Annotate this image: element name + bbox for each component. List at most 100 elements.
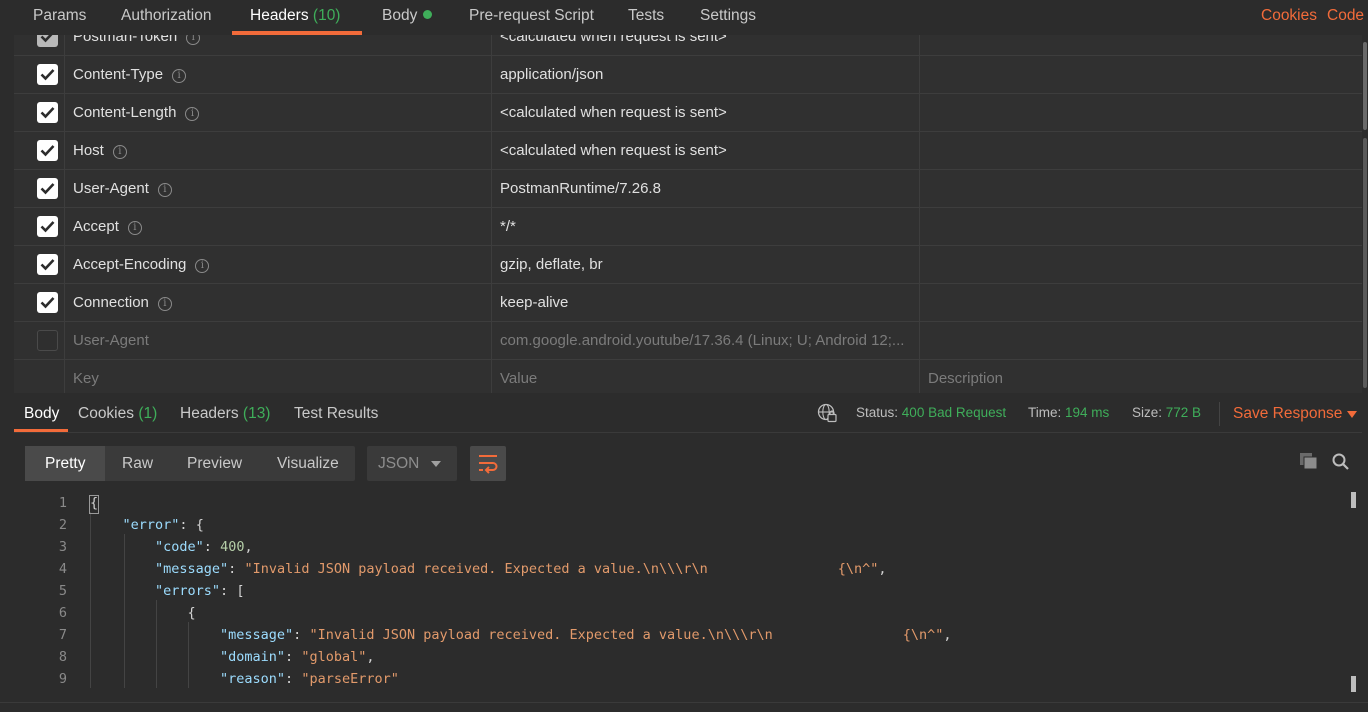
key-input[interactable]: Key — [64, 360, 491, 393]
header-description-cell[interactable] — [919, 94, 1362, 131]
info-icon[interactable]: i — [172, 69, 187, 83]
tab-label: Headers — [250, 7, 309, 24]
tab-pre-request-script[interactable]: Pre-request Script — [469, 7, 594, 25]
info-icon[interactable]: i — [157, 183, 172, 197]
raw-button[interactable]: Raw — [122, 446, 153, 481]
header-value: <calculated when request is sent> — [500, 104, 727, 121]
check-icon — [40, 35, 53, 43]
line-number: 1 — [58, 495, 67, 511]
search-icon[interactable] — [1331, 452, 1351, 472]
header-description-cell[interactable] — [919, 322, 1362, 359]
tab-response-cookies[interactable]: Cookies (1) — [78, 405, 157, 423]
info-icon[interactable]: i — [186, 35, 201, 45]
header-enabled-checkbox[interactable] — [37, 292, 58, 313]
check-icon — [40, 145, 55, 157]
header-value-cell[interactable]: PostmanRuntime/7.26.8 — [491, 170, 919, 207]
tab-params[interactable]: Params — [33, 7, 86, 25]
header-row: User-Agent com.google.android.youtube/17.… — [14, 322, 1362, 360]
header-description-cell[interactable] — [919, 35, 1362, 55]
tab-tests[interactable]: Tests — [628, 7, 664, 25]
tab-test-results[interactable]: Test Results — [294, 405, 378, 423]
tab-settings[interactable]: Settings — [700, 7, 756, 25]
header-value-cell[interactable]: <calculated when request is sent> — [491, 35, 919, 55]
header-enabled-checkbox[interactable] — [37, 102, 58, 123]
header-key-cell[interactable]: User-Agent i — [64, 170, 491, 207]
header-key-cell[interactable]: Postman-Token i — [64, 35, 491, 55]
cookies-link[interactable]: Cookies — [1261, 7, 1317, 25]
header-key-cell[interactable]: Host i — [64, 132, 491, 169]
code-link[interactable]: Code — [1327, 7, 1364, 25]
info-icon[interactable]: i — [127, 221, 142, 235]
tab-headers[interactable]: Headers (10) — [250, 7, 340, 25]
header-description-cell[interactable] — [919, 56, 1362, 93]
header-description-cell[interactable] — [919, 132, 1362, 169]
header-enabled-checkbox[interactable] — [37, 178, 58, 199]
header-enabled-checkbox[interactable] — [37, 330, 58, 351]
save-response-button[interactable]: Save Response — [1233, 405, 1342, 423]
info-icon[interactable]: i — [185, 107, 200, 121]
header-enabled-checkbox[interactable] — [37, 216, 58, 237]
header-enabled-checkbox[interactable] — [37, 64, 58, 85]
header-value-cell[interactable]: <calculated when request is sent> — [491, 94, 919, 131]
header-enabled-checkbox[interactable] — [37, 140, 58, 161]
wrap-lines-button[interactable] — [470, 446, 506, 481]
header-key-cell[interactable]: Connection i — [64, 284, 491, 321]
response-body-viewer[interactable]: 1{2 "error": {3 "code": 400, 4 "message": "I… — [14, 490, 1362, 696]
info-icon[interactable]: i — [195, 259, 210, 273]
scrollbar-thumb[interactable] — [1351, 492, 1356, 508]
visualize-button[interactable]: Visualize — [277, 446, 339, 481]
header-value-cell[interactable]: application/json — [491, 56, 919, 93]
info-icon[interactable]: i — [157, 297, 172, 311]
header-value-cell[interactable]: */* — [491, 208, 919, 245]
copy-icon[interactable] — [1299, 452, 1319, 470]
header-value-cell[interactable]: gzip, deflate, br — [491, 246, 919, 283]
code-text: "errors": [ — [155, 583, 245, 599]
header-row: Accept-Encoding i gzip, deflate, br — [14, 246, 1362, 284]
value-input[interactable]: Value — [491, 360, 919, 393]
header-enabled-checkbox[interactable] — [37, 35, 58, 47]
header-checkbox-cell — [14, 56, 64, 93]
tab-response-body[interactable]: Body — [24, 405, 59, 423]
header-key-cell[interactable]: Content-Length i — [64, 94, 491, 131]
scrollbar-thumb[interactable] — [1351, 676, 1356, 692]
code-text: "code": 400, — [155, 539, 253, 555]
header-enabled-checkbox[interactable] — [37, 254, 58, 275]
headers-scrollbar[interactable] — [1362, 38, 1368, 390]
language-select[interactable]: JSON — [367, 446, 457, 481]
code-line: 5 "errors": [ — [14, 580, 1344, 602]
code-scrollbar[interactable] — [1351, 492, 1357, 692]
header-value-cell[interactable]: <calculated when request is sent> — [491, 132, 919, 169]
pretty-button[interactable]: Pretty — [25, 446, 106, 481]
value-input-placeholder: Value — [500, 370, 538, 387]
scrollbar-thumb[interactable] — [1363, 42, 1367, 130]
tab-count: (13) — [242, 405, 271, 422]
info-icon[interactable]: i — [112, 145, 127, 159]
header-key-cell[interactable]: User-Agent — [64, 322, 491, 359]
header-description-cell[interactable] — [919, 246, 1362, 283]
size-label: Size: — [1132, 405, 1163, 420]
header-checkbox-cell — [14, 94, 64, 131]
tab-label: Params — [33, 7, 87, 24]
header-key-cell[interactable]: Content-Type i — [64, 56, 491, 93]
description-input[interactable]: Description — [919, 360, 1362, 393]
header-key-cell[interactable]: Accept-Encoding i — [64, 246, 491, 283]
globe-lock-icon[interactable] — [817, 403, 837, 423]
header-value: <calculated when request is sent> — [500, 35, 727, 45]
tab-label: Cookies — [78, 405, 134, 422]
tab-body[interactable]: Body — [382, 7, 433, 25]
header-value: keep-alive — [500, 294, 569, 311]
header-checkbox-cell — [14, 132, 64, 169]
header-value-cell[interactable]: com.google.android.youtube/17.36.4 (Linu… — [491, 322, 919, 359]
header-description-cell[interactable] — [919, 170, 1362, 207]
preview-button[interactable]: Preview — [187, 446, 242, 481]
header-description-cell[interactable] — [919, 284, 1362, 321]
size-readout: Size: 772 B — [1132, 405, 1201, 420]
header-value-cell[interactable]: keep-alive — [491, 284, 919, 321]
status-readout: Status: 400 Bad Request — [856, 405, 1006, 420]
tab-response-headers[interactable]: Headers (13) — [180, 405, 270, 423]
chevron-down-icon[interactable] — [1347, 411, 1357, 418]
header-description-cell[interactable] — [919, 208, 1362, 245]
header-checkbox-cell — [14, 170, 64, 207]
tab-authorization[interactable]: Authorization — [121, 7, 211, 25]
header-key-cell[interactable]: Accept i — [64, 208, 491, 245]
